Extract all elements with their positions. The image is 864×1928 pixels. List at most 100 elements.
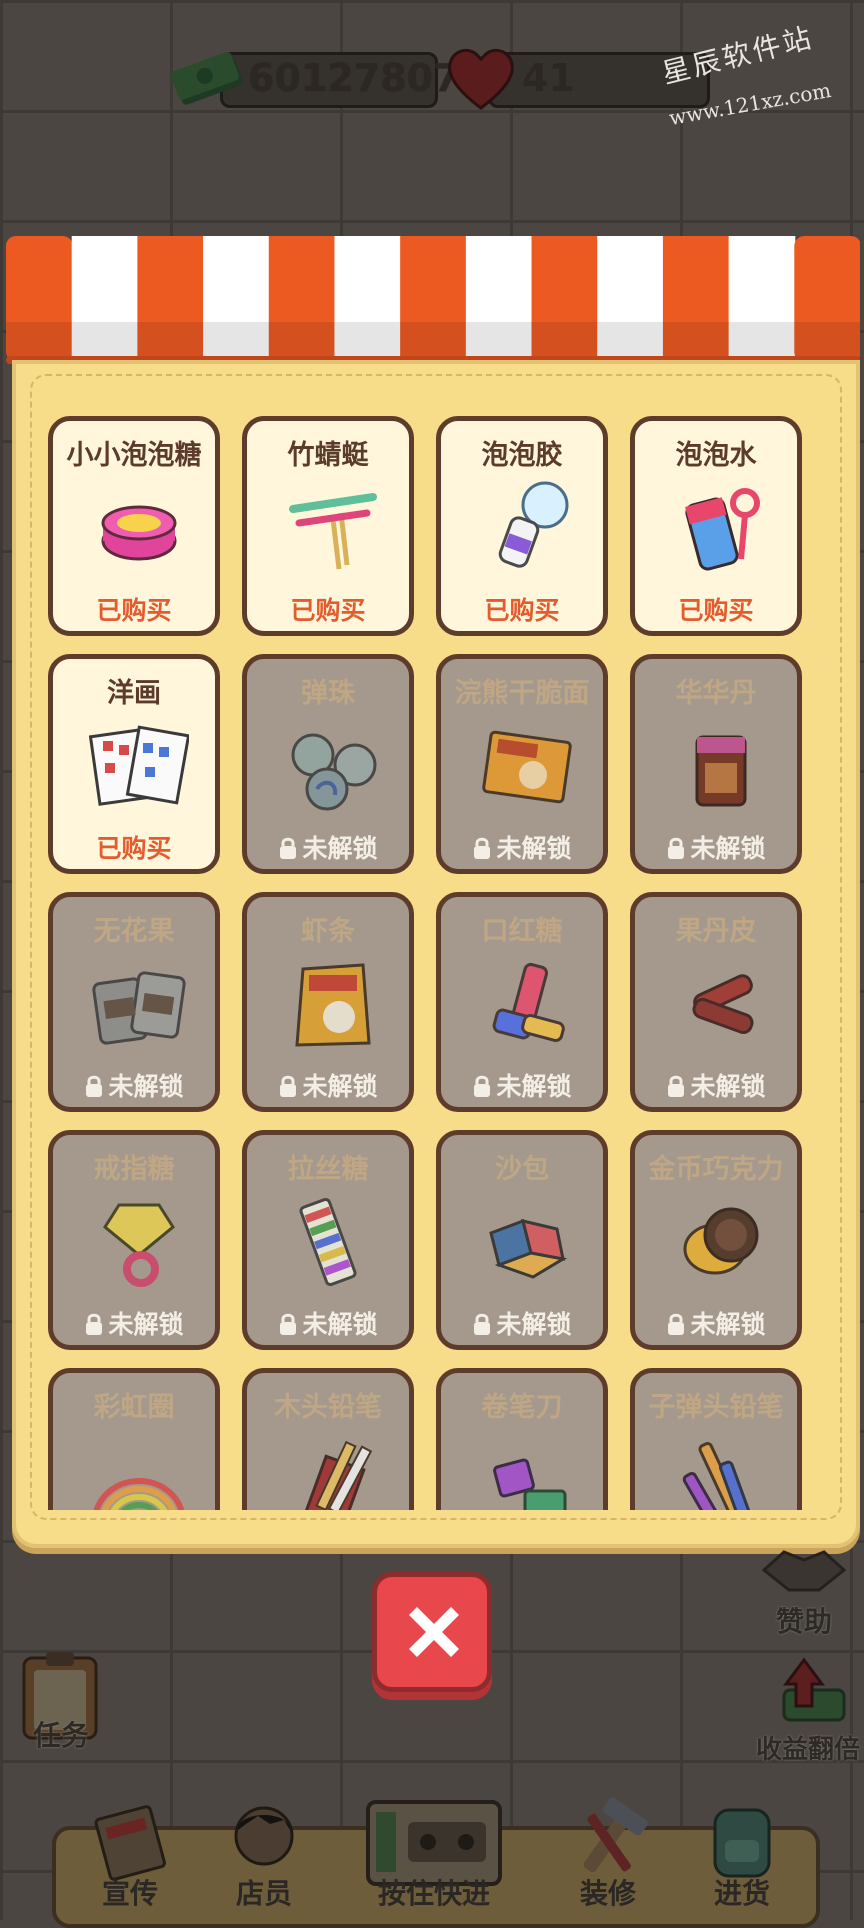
status-label: 未解锁 <box>302 1310 378 1339</box>
nav-restock[interactable]: 进货 <box>682 1796 802 1920</box>
shop-item-card[interactable]: 果丹皮未解锁 <box>630 892 802 1112</box>
item-name: 拉丝糖 <box>287 1154 369 1185</box>
marbles-icon <box>283 717 383 815</box>
status-label: 未解锁 <box>302 834 378 863</box>
cash-stack-icon <box>170 52 243 105</box>
purchased-status: 已购买 <box>53 591 215 627</box>
sponsor-label: 赞助 <box>775 1605 832 1638</box>
shop-item-card[interactable]: 洋画 已购买 <box>48 654 220 874</box>
item-grid: 小小泡泡糖 已购买 竹蜻蜓 已购买 泡泡胶 已购买 泡泡水 已购买 洋画 已购买 弹珠 未解锁 浣熊干脆… <box>48 416 818 1510</box>
shop-item-card[interactable]: 彩虹圈 <box>48 1368 220 1510</box>
task-button[interactable]: 任务 <box>8 1650 114 1754</box>
sponsor-button[interactable]: 赞助 <box>744 1540 864 1640</box>
item-name: 果丹皮 <box>675 916 757 947</box>
heart-count: 41 <box>522 56 575 100</box>
locked-status: 未解锁 <box>441 1305 603 1341</box>
locked-status: 未解锁 <box>247 829 409 865</box>
locked-status: 未解锁 <box>635 1305 797 1341</box>
shop-item-card[interactable]: 浣熊干脆面未解锁 <box>436 654 608 874</box>
nav-staff[interactable]: 店员 <box>204 1796 324 1920</box>
item-name: 口红糖 <box>481 916 563 947</box>
item-name: 浣熊干脆面 <box>454 678 590 709</box>
item-name: 洋画 <box>107 678 161 709</box>
status-label: 未解锁 <box>690 1310 766 1339</box>
ring-candy-icon <box>89 1193 189 1291</box>
shop-item-card[interactable]: 子弹头铅笔 <box>630 1368 802 1510</box>
coin-chocolate-icon <box>671 1193 771 1291</box>
handshake-icon <box>761 1550 847 1592</box>
shop-item-card[interactable]: 竹蜻蜓 已购买 <box>242 416 414 636</box>
lock-icon <box>280 837 297 859</box>
nav-decorate-label: 装修 <box>579 1877 636 1910</box>
item-name: 小小泡泡糖 <box>66 440 202 471</box>
lock-icon <box>86 1075 103 1097</box>
nav-fast-forward[interactable]: 按住快进 <box>362 1796 506 1920</box>
shop-item-card[interactable]: 弹珠 未解锁 <box>242 654 414 874</box>
shop-item-card[interactable]: 小小泡泡糖 已购买 <box>48 416 220 636</box>
stripe-candy-icon <box>283 1193 383 1291</box>
shop-item-card[interactable]: 华华丹 未解锁 <box>630 654 802 874</box>
shop-item-card[interactable]: 口红糖未解锁 <box>436 892 608 1112</box>
locked-status: 未解锁 <box>53 1305 215 1341</box>
bamboo-dragonfly-icon <box>283 479 383 577</box>
shop-item-card[interactable]: 泡泡胶 已购买 <box>436 416 608 636</box>
nav-promote[interactable]: 宣传 <box>70 1796 190 1920</box>
item-name: 子弹头铅笔 <box>648 1392 784 1423</box>
wooden-pencils-icon <box>283 1431 383 1510</box>
picture-cards-icon <box>88 717 191 815</box>
lock-icon <box>668 1313 685 1335</box>
locked-status: 未解锁 <box>441 1067 603 1103</box>
close-icon <box>409 1607 459 1657</box>
shop-item-card[interactable]: 金币巧克力 未解锁 <box>630 1130 802 1350</box>
item-name: 泡泡水 <box>675 440 757 471</box>
status-label: 未解锁 <box>496 834 572 863</box>
lock-icon <box>86 1313 103 1335</box>
shop-item-card[interactable]: 无花果 未解锁 <box>48 892 220 1112</box>
lock-icon <box>474 1075 491 1097</box>
nav-decorate[interactable]: 装修 <box>548 1796 668 1920</box>
task-label: 任务 <box>32 1719 89 1752</box>
shop-item-card[interactable]: 虾条 未解锁 <box>242 892 414 1112</box>
shopkeeper-avatar-icon <box>234 1806 294 1866</box>
double-income-label: 收益翻倍 <box>755 1735 860 1765</box>
status-label: 未解锁 <box>108 1310 184 1339</box>
status-label: 已购买 <box>96 596 172 625</box>
fruit-roll-icon <box>671 955 771 1053</box>
status-label: 未解锁 <box>690 1072 766 1101</box>
lock-icon <box>668 837 685 859</box>
locked-status: 未解锁 <box>635 829 797 865</box>
double-income-button[interactable]: 收益翻倍 <box>752 1650 864 1766</box>
arrow-up-icon <box>782 1657 846 1722</box>
item-name: 无花果 <box>93 916 175 947</box>
shop-item-card[interactable]: 戒指糖未解锁 <box>48 1130 220 1350</box>
shop-item-card[interactable]: 沙包 未解锁 <box>436 1130 608 1350</box>
locked-status: 未解锁 <box>53 1067 215 1103</box>
nav-restock-label: 进货 <box>713 1877 770 1910</box>
item-name: 竹蜻蜓 <box>287 440 369 471</box>
item-name: 卷笔刀 <box>481 1392 563 1423</box>
shop-item-card[interactable]: 木头铅笔 <box>242 1368 414 1510</box>
bubble-glue-icon <box>477 479 577 577</box>
status-label: 未解锁 <box>496 1310 572 1339</box>
close-button[interactable] <box>372 1572 492 1692</box>
bubble-water-icon <box>671 479 771 577</box>
newspaper-icon <box>94 1805 166 1881</box>
item-name: 彩虹圈 <box>93 1392 175 1423</box>
purchased-status: 已购买 <box>247 591 409 627</box>
status-label: 未解锁 <box>496 1072 572 1101</box>
shop-item-card[interactable]: 泡泡水 已购买 <box>630 416 802 636</box>
item-name: 华华丹 <box>675 678 757 709</box>
shrimp-chips-icon <box>283 955 383 1053</box>
shop-item-card[interactable]: 卷笔刀 <box>436 1368 608 1510</box>
shop-item-card[interactable]: 拉丝糖未解锁 <box>242 1130 414 1350</box>
item-name: 木头铅笔 <box>274 1392 382 1423</box>
nav-promote-label: 宣传 <box>101 1877 158 1910</box>
status-label: 已购买 <box>678 596 754 625</box>
status-label: 已购买 <box>96 834 172 863</box>
fig-snack-icon <box>89 955 189 1053</box>
item-name: 泡泡胶 <box>481 440 563 471</box>
lock-icon <box>474 837 491 859</box>
lock-icon <box>280 1313 297 1335</box>
status-label: 未解锁 <box>302 1072 378 1101</box>
item-name: 戒指糖 <box>93 1154 175 1185</box>
